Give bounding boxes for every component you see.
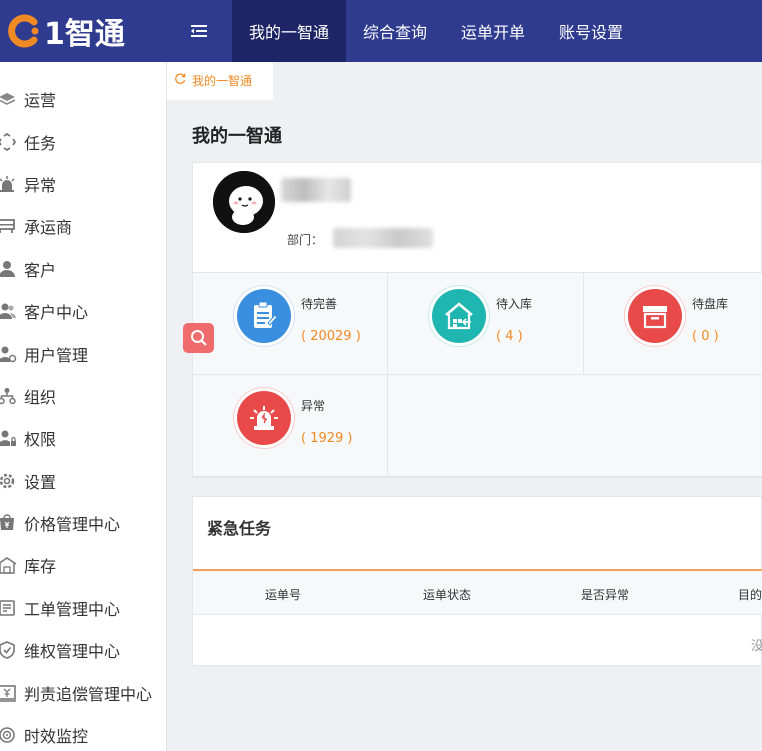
sidebar-item-label: 权限: [24, 430, 57, 450]
gear-icon: [0, 470, 18, 492]
inventory-box-icon: [628, 289, 682, 343]
dept-label: 部门：: [287, 233, 324, 247]
urgent-tasks-title: 紧急任务: [207, 519, 272, 538]
top-bar: 1智通 我的一智通 综合查询 运单开单 账号设置: [0, 0, 762, 62]
col-is-exception[interactable]: 是否异常: [581, 586, 629, 603]
stat-count: ( 1929 ): [301, 431, 353, 446]
stat-label: 待入库: [496, 297, 533, 311]
sidebar-item[interactable]: 客户: [0, 248, 166, 290]
sidebar-item[interactable]: 运营: [0, 78, 166, 120]
sidebar-item-label: 设置: [24, 472, 57, 492]
empty-data-text: 没: [751, 639, 762, 654]
sidebar-item-label: 任务: [24, 133, 57, 153]
tab-my-yizhitong[interactable]: 我的一智通: [167, 62, 273, 100]
alarm-light-icon: [237, 391, 291, 445]
sidebar-item[interactable]: 承运商: [0, 205, 166, 247]
brand-logo[interactable]: 1智通: [0, 0, 166, 62]
layers-icon: [0, 88, 18, 110]
warehouse-inbound-icon: [432, 289, 486, 343]
sidebar-item[interactable]: 库存: [0, 544, 166, 586]
shield-icon: [0, 639, 18, 661]
sidebar-item-label: 库存: [24, 557, 57, 577]
sidebar-menu: 运营任务异常承运商客户客户中心用户管理组织权限设置价格管理中心 库存工单管理中心维…: [0, 62, 166, 751]
yen-doc-icon: [0, 682, 18, 704]
sidebar-item[interactable]: 维权管理中心: [0, 629, 166, 671]
table-header: 运单号 运单状态 是否异常 目的: [193, 571, 762, 615]
stat-count: ( 0 ): [692, 329, 719, 344]
sidebar-item[interactable]: 客户中心: [0, 290, 166, 332]
nav-account-settings[interactable]: 账号设置: [542, 0, 640, 62]
sidebar-item-label: 价格管理中心: [24, 515, 121, 535]
sidebar-item-label: 承运商: [24, 218, 73, 238]
col-waybill-status[interactable]: 运单状态: [423, 586, 471, 603]
stat-count: ( 4 ): [496, 329, 523, 344]
sidebar-item-label: 异常: [24, 175, 57, 195]
col-waybill-no[interactable]: 运单号: [265, 586, 301, 603]
nav-comprehensive-query[interactable]: 综合查询: [346, 0, 444, 62]
dept-value-redacted: [333, 228, 433, 248]
search-icon: [190, 330, 207, 346]
user-lock-icon: [0, 427, 18, 449]
tab-label: 我的一智通: [192, 74, 253, 88]
user-settings-icon: [0, 343, 18, 365]
warehouse-icon: [0, 554, 18, 576]
sidebar-item[interactable]: 异常: [0, 163, 166, 205]
truck-icon: [0, 215, 18, 237]
brand-name: 1智通: [44, 17, 125, 52]
stat-label: 异常: [301, 399, 326, 413]
sidebar-item-label: 维权管理中心: [24, 642, 121, 662]
stat-count: ( 20029 ): [301, 329, 361, 344]
ticket-icon: [0, 597, 18, 619]
page-title: 我的一智通: [192, 126, 282, 147]
sidebar-item-label: 客户中心: [24, 303, 89, 323]
sidebar-item-label: 判责追偿管理中心: [24, 684, 153, 704]
stats-grid: 待完善 ( 20029 ) 待入库 ( 4 ) 待盘库 ( 0 ) 异常 ( 1…: [193, 273, 762, 477]
profile-card: 部门： 待完善 ( 20029 ) 待入库 ( 4 ) 待盘库 ( 0 ) 异常…: [192, 162, 762, 478]
sidebar-item[interactable]: 权限: [0, 417, 166, 459]
alarm-icon: [0, 173, 18, 195]
stat-pending-inventory[interactable]: 待盘库 ( 0 ): [584, 273, 762, 375]
sidebar-item-label: 工单管理中心: [24, 599, 121, 619]
sidebar-item-label: 时效监控: [24, 727, 89, 747]
user-icon: [0, 258, 18, 280]
stat-empty-cell: [388, 375, 762, 477]
stat-pending-inbound[interactable]: 待入库 ( 4 ): [388, 273, 584, 375]
nav-waybill-create[interactable]: 运单开单: [444, 0, 542, 62]
sidebar-item-label: 组织: [24, 387, 57, 407]
profile-section: 部门：: [193, 163, 761, 273]
task-icon: [0, 131, 18, 153]
clock-icon: [0, 724, 18, 746]
avatar[interactable]: [213, 171, 275, 233]
sidebar-item[interactable]: 设置: [0, 460, 166, 502]
stat-label: 待完善: [301, 297, 338, 311]
org-icon: [0, 385, 18, 407]
clipboard-icon: [237, 289, 291, 343]
sidebar-item-label: 客户: [24, 260, 57, 280]
refresh-icon[interactable]: [175, 73, 186, 88]
nav-my-yizhitong[interactable]: 我的一智通: [232, 0, 347, 62]
stat-label: 待盘库: [692, 297, 729, 311]
logo-mark-icon: [4, 12, 42, 50]
user-name-redacted: [281, 178, 351, 202]
floating-search-button[interactable]: [183, 323, 214, 353]
col-destination[interactable]: 目的: [738, 586, 762, 603]
sidebar-item[interactable]: 价格管理中心: [0, 502, 166, 544]
menu-toggle-icon[interactable]: [166, 0, 232, 62]
users-icon: [0, 300, 18, 322]
sidebar-item[interactable]: 用户管理: [0, 332, 166, 374]
price-icon: [0, 512, 18, 534]
sidebar-item-label: 运营: [24, 91, 57, 111]
stat-pending-complete[interactable]: 待完善 ( 20029 ): [193, 273, 388, 375]
urgent-tasks-card: 紧急任务 运单号 运单状态 是否异常 目的 没: [192, 496, 762, 666]
sidebar-item-label: 用户管理: [24, 345, 89, 365]
sidebar: 运营任务异常承运商客户客户中心用户管理组织权限设置价格管理中心 库存工单管理中心维…: [0, 62, 167, 751]
sidebar-item[interactable]: 组织: [0, 375, 166, 417]
sidebar-item[interactable]: 任务: [0, 120, 166, 162]
sidebar-item[interactable]: 时效监控: [0, 714, 166, 751]
stat-exception[interactable]: 异常 ( 1929 ): [193, 375, 388, 477]
sidebar-item[interactable]: 工单管理中心: [0, 587, 166, 629]
sidebar-item[interactable]: 判责追偿管理中心: [0, 671, 166, 713]
tab-strip: 我的一智通: [167, 62, 762, 100]
